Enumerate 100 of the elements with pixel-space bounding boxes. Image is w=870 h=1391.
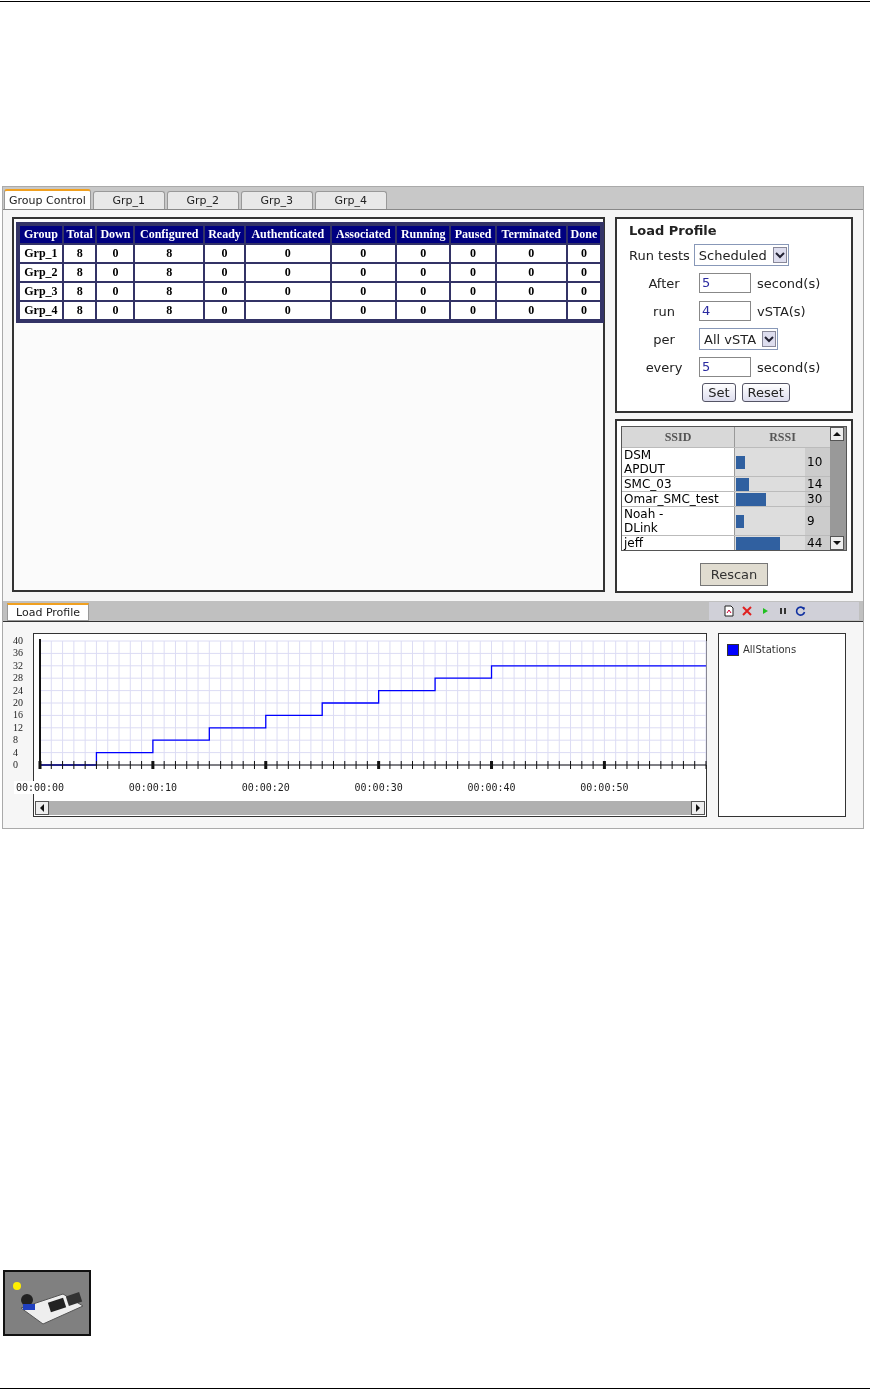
table-cell: 0 (245, 283, 330, 300)
table-cell: 0 (397, 302, 450, 319)
table-cell: 0 (451, 302, 495, 319)
table-cell: 0 (496, 245, 566, 262)
table-cell: 0 (331, 264, 396, 281)
panel-title: Load Profile (629, 223, 718, 238)
table-cell: 8 (63, 264, 96, 281)
table-cell: 0 (451, 264, 495, 281)
scroll-right-icon[interactable] (691, 801, 705, 815)
table-cell: 0 (205, 302, 244, 319)
table-cell: 0 (567, 302, 600, 319)
ssid-cell[interactable]: DSM APDUT (622, 448, 735, 476)
table-cell: 0 (245, 264, 330, 281)
tab[interactable]: Group Control (4, 189, 91, 209)
rescan-button[interactable]: Rescan (699, 563, 769, 586)
table-cell: 0 (205, 264, 244, 281)
close-icon[interactable] (741, 605, 753, 617)
column-header: Associated (331, 226, 396, 243)
y-tick-label: 0 (13, 759, 18, 770)
table-cell: 0 (97, 302, 134, 319)
tab[interactable]: Grp_1 (92, 191, 165, 209)
table-cell: 0 (205, 283, 244, 300)
ssid-cell[interactable]: jeff (622, 536, 735, 550)
legend-label: AllStations (743, 644, 797, 655)
table-cell: 0 (397, 245, 450, 262)
field-label: run (652, 303, 676, 319)
tab[interactable]: Grp_4 (314, 191, 387, 209)
y-tick-label: 16 (13, 709, 23, 721)
y-tick-label: 4 (13, 746, 18, 758)
column-header: Authenticated (245, 226, 330, 243)
rssi-value: 14 (805, 477, 830, 491)
input-field[interactable]: 5 (699, 273, 751, 293)
table-cell: 8 (135, 283, 204, 300)
y-tick-label: 40 (13, 635, 23, 646)
rssi-value: 9 (805, 507, 830, 535)
column-header: Down (97, 226, 134, 243)
unit-label: second(s) (757, 359, 821, 375)
ssid-cell[interactable]: SMC_03 (622, 477, 735, 491)
table-cell: Grp_4 (20, 302, 62, 319)
rssi-value: 30 (805, 492, 830, 506)
table-cell: 8 (135, 245, 204, 262)
column-header: SSID (622, 427, 735, 447)
x-tick-label: 00:00:40 (467, 782, 516, 793)
column-header: Running (397, 226, 450, 243)
dropdown[interactable]: All vSTA (699, 328, 779, 350)
horizontal-scrollbar[interactable] (35, 801, 705, 815)
column-header: Paused (451, 226, 495, 243)
input-field[interactable]: 5 (699, 357, 751, 377)
table-cell: 0 (245, 245, 330, 262)
x-tick-label: 00:00:50 (580, 782, 629, 793)
y-tick-label: 28 (13, 672, 23, 684)
table-cell: Grp_3 (20, 283, 62, 300)
table-cell: 0 (496, 283, 566, 300)
document-icon[interactable] (723, 605, 735, 617)
table-cell: 8 (63, 245, 96, 262)
table-cell: 0 (331, 302, 396, 319)
table-cell: 0 (331, 283, 396, 300)
ssid-cell[interactable]: Omar_SMC_test (622, 492, 735, 506)
y-tick-label: 20 (13, 697, 23, 708)
y-tick-label: 36 (13, 647, 23, 659)
table-cell: Grp_2 (20, 264, 62, 281)
table-cell: 8 (63, 283, 96, 300)
column-header: Ready (205, 226, 244, 243)
refresh-icon[interactable] (795, 605, 807, 617)
table-cell: 8 (135, 302, 204, 319)
table-cell: 0 (397, 264, 450, 281)
input-field[interactable]: 4 (699, 301, 751, 321)
device-icon (3, 1270, 91, 1336)
field-label: Run tests (629, 247, 690, 263)
table-cell: 0 (97, 283, 134, 300)
action-button[interactable]: Reset (741, 383, 790, 402)
column-header: Group (20, 226, 62, 243)
scroll-up-icon[interactable] (830, 427, 844, 441)
vertical-scrollbar[interactable] (830, 427, 846, 550)
tab[interactable]: Load Profile (7, 603, 90, 621)
rssi-value: 44 (805, 536, 830, 550)
table-cell: 0 (451, 245, 495, 262)
table-cell: 0 (567, 245, 600, 262)
table-cell: 0 (397, 283, 450, 300)
table-cell: 0 (567, 283, 600, 300)
x-tick-label: 00:00:20 (241, 782, 290, 793)
table-cell: 0 (97, 264, 134, 281)
dropdown[interactable]: Scheduled (693, 244, 789, 266)
field-label: per (652, 331, 676, 347)
action-button[interactable]: Set (702, 383, 736, 402)
table-cell: 0 (567, 264, 600, 281)
scroll-left-icon[interactable] (35, 801, 49, 815)
column-header: Configured (135, 226, 204, 243)
column-header: Done (567, 226, 600, 243)
y-tick-label: 32 (13, 659, 23, 671)
field-label: every (644, 359, 684, 375)
pause-icon[interactable] (777, 605, 789, 617)
scroll-down-icon[interactable] (830, 536, 844, 550)
unit-label: second(s) (757, 275, 821, 291)
y-tick-label: 8 (13, 734, 18, 746)
tab[interactable]: Grp_2 (166, 191, 239, 209)
tab[interactable]: Grp_3 (240, 191, 313, 209)
table-cell: 0 (245, 302, 330, 319)
rssi-value: 10 (805, 448, 830, 476)
x-tick-label: 00:00:10 (128, 782, 177, 793)
